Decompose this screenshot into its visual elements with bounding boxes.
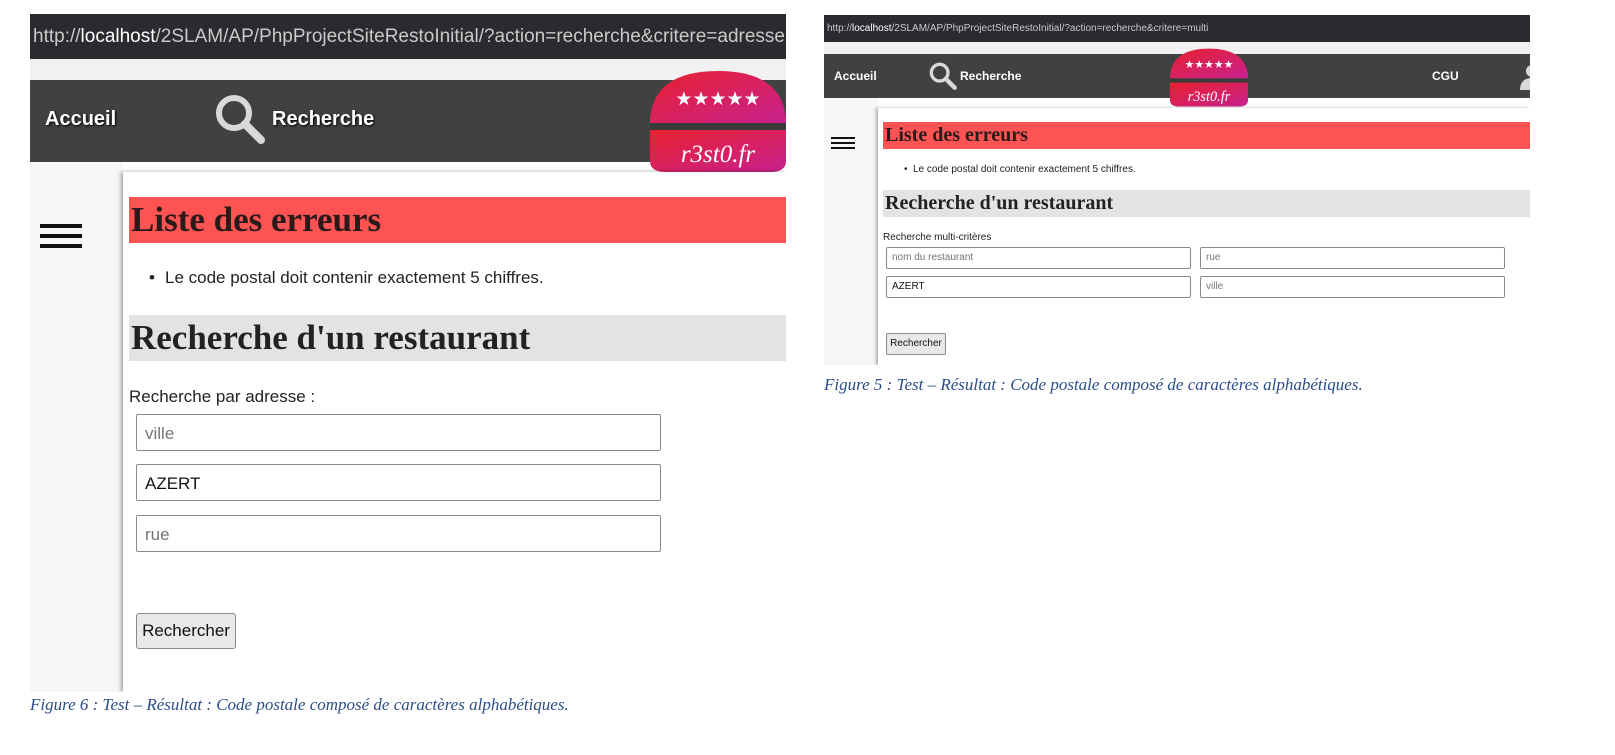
restaurant-logo[interactable]: ★★★★★ r3st0.fr [650,69,786,172]
sidebar [30,162,123,692]
code-postal-input[interactable]: AZERT [136,464,661,501]
hamburger-menu-icon[interactable] [40,224,82,254]
screenshot-figure-5: http://localhost/2SLAM/AP/PhpProjectSite… [824,15,1530,365]
url-path: /2SLAM/AP/PhpProjectSiteRestoInitial/?ac… [155,26,785,47]
logo-stars: ★★★★★ [1185,58,1234,71]
rechercher-button[interactable]: Rechercher [136,613,236,649]
logo-stars: ★★★★★ [675,88,760,110]
ville-input[interactable]: ville [136,414,661,451]
screenshot-figure-6: http://localhost/2SLAM/AP/PhpProjectSite… [30,14,786,692]
search-icon[interactable] [928,61,958,91]
url-prefix: http:// [827,23,853,34]
search-label: Recherche multi-critères [883,232,992,243]
errors-title: Liste des erreurs [883,122,1530,149]
nav-home-link[interactable]: Accueil [834,69,877,83]
nav-search-link[interactable]: Recherche [960,69,1021,83]
errors-title: Liste des erreurs [129,197,786,243]
url-host: localhost [80,26,156,47]
figure-5-caption: Figure 5 : Test – Résultat : Code postal… [824,375,1363,394]
ville-input[interactable]: ville [1200,276,1505,298]
search-icon[interactable] [213,92,267,146]
nav-cgu-link[interactable]: CGU [1432,69,1459,83]
logo-text: r3st0.fr [1188,89,1231,105]
url-host: localhost [852,23,892,34]
rue-input[interactable]: rue [1200,247,1505,269]
user-icon[interactable] [1518,62,1530,90]
logo-text: r3st0.fr [681,141,756,168]
code-postal-input[interactable]: AZERT [886,276,1191,298]
rue-input[interactable]: rue [136,515,661,552]
url-path: /2SLAM/AP/PhpProjectSiteRestoInitial/?ac… [891,23,1209,34]
url-prefix: http:// [33,26,81,47]
section-title: Recherche d'un restaurant [883,190,1530,217]
rechercher-button[interactable]: Rechercher [886,333,946,355]
error-item: Le code postal doit contenir exactement … [149,268,544,288]
main-content: Liste des erreurs Le code postal doit co… [878,108,1530,365]
sidebar [824,98,878,365]
error-item: Le code postal doit contenir exactement … [904,164,1136,175]
nav-home-link[interactable]: Accueil [45,108,116,131]
figure-6-caption: Figure 6 : Test – Résultat : Code postal… [30,695,569,714]
main-content: Liste des erreurs Le code postal doit co… [123,172,786,692]
nom-restaurant-input[interactable]: nom du restaurant [886,247,1191,269]
nav-search-link[interactable]: Recherche [272,108,374,131]
address-bar[interactable]: http://localhost/2SLAM/AP/PhpProjectSite… [30,14,786,59]
hamburger-menu-icon[interactable] [831,137,855,152]
search-label: Recherche par adresse : [129,387,316,406]
section-title: Recherche d'un restaurant [129,315,786,361]
restaurant-logo[interactable]: ★★★★★ r3st0.fr [1170,47,1248,107]
address-bar[interactable]: http://localhost/2SLAM/AP/PhpProjectSite… [824,15,1530,42]
